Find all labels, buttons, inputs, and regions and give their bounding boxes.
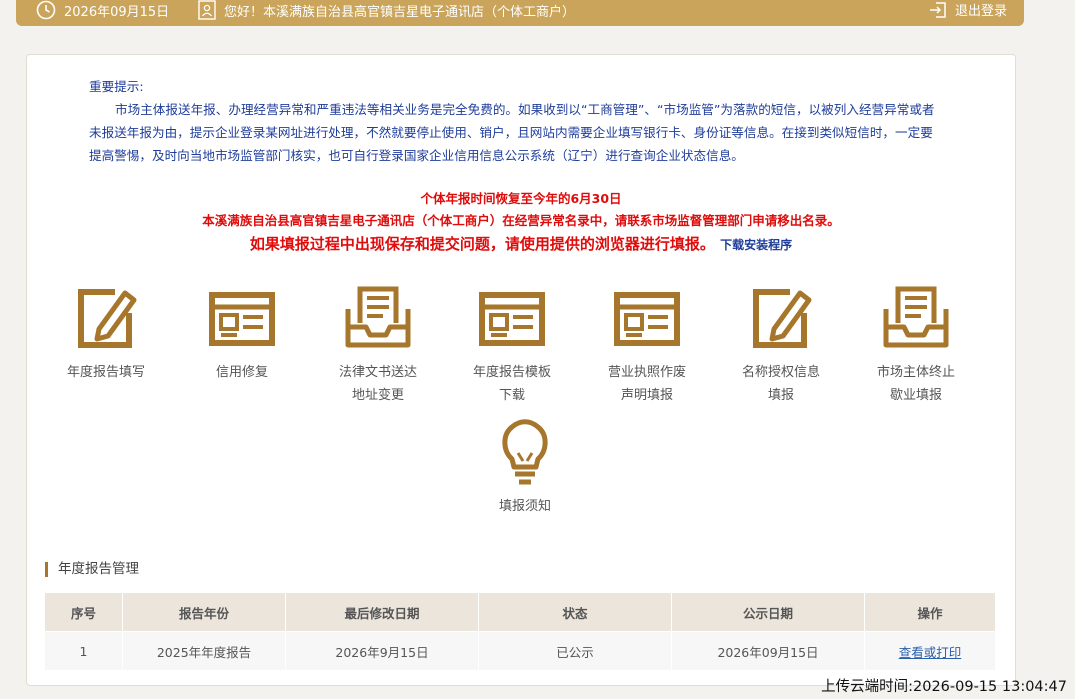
row-modified-date: 2026年9月15日 <box>285 631 479 671</box>
service-label-2: 下载 <box>498 388 525 403</box>
important-notice: 重要提示: 市场主体报送年报、办理经营异常和严重违法等相关业务是完全免费的。如果… <box>89 75 939 167</box>
column-header: 报告年份 <box>122 592 286 632</box>
service-label: 信用修复 <box>215 365 268 380</box>
form-card-icon <box>477 283 547 353</box>
greeting: 您好！本溪满族自治县高官镇吉星电子通讯店（个体工商户） <box>198 0 575 20</box>
service-credit-repair[interactable]: 信用修复 <box>187 283 297 384</box>
lightbulb-icon <box>490 417 560 487</box>
clock-icon <box>36 0 56 20</box>
service-label-2: 地址变更 <box>351 388 404 403</box>
service-license-void-statement[interactable]: 营业执照作废 声明填报 <box>592 283 702 407</box>
inbox-document-icon <box>881 283 951 353</box>
column-header: 公示日期 <box>671 592 865 632</box>
service-label-2: 填报 <box>767 388 794 403</box>
service-label: 名称授权信息 <box>741 365 820 380</box>
current-date: 2026年09月15日 <box>64 4 170 20</box>
upload-timestamp: 上传云端时间:2026-09-15 13:04:47 <box>821 679 1067 695</box>
date-display: 2026年09月15日 <box>36 0 169 20</box>
form-card-icon <box>612 283 682 353</box>
service-label-2: 歇业填报 <box>889 388 942 403</box>
column-header: 序号 <box>44 592 123 632</box>
user-badge-icon <box>198 0 216 20</box>
column-header: 最后修改日期 <box>285 592 479 632</box>
service-entity-termination[interactable]: 市场主体终止 歇业填报 <box>861 283 971 407</box>
table-header-row: 序号 报告年份 最后修改日期 状态 公示日期 操作 <box>44 592 996 632</box>
column-header: 操作 <box>864 592 996 632</box>
view-or-print-link[interactable]: 查看或打印 <box>899 645 962 660</box>
deadline-notice: 个体年报时间恢复至今年的6月30日 <box>420 191 622 206</box>
row-status: 已公示 <box>478 631 672 671</box>
service-name-authorization[interactable]: 名称授权信息 填报 <box>726 283 836 407</box>
row-index: 1 <box>44 631 123 671</box>
abnormal-list-notice: 本溪满族自治县高官镇吉星电子通讯店（个体工商户）在经营异常名录中，请联系市场监督… <box>202 213 840 228</box>
row-published-date: 2026年09月15日 <box>671 631 865 671</box>
logout-label: 退出登录 <box>955 4 1008 19</box>
annual-report-table: 序号 报告年份 最后修改日期 状态 公示日期 操作 1 2025年年度报告 20… <box>44 592 996 671</box>
top-bar: 2026年09月15日 您好！本溪满族自治县高官镇吉星电子通讯店（个体工商户） … <box>16 0 1024 26</box>
table-row: 1 2025年年度报告 2026年9月15日 已公示 2026年09月15日 查… <box>44 631 996 671</box>
browser-tip: 如果填报过程中出现保存和提交问题，请使用提供的浏览器进行填报。 下载安装程序 <box>27 233 1015 254</box>
logout-icon <box>930 1 946 18</box>
row-report-year: 2025年年度报告 <box>122 631 286 671</box>
service-filing-instructions[interactable]: 填报须知 <box>470 417 580 518</box>
download-installer-link[interactable]: 下载安装程序 <box>720 238 792 252</box>
form-card-icon <box>207 283 277 353</box>
logout-button[interactable]: 退出登录 <box>929 0 1007 19</box>
main-panel: 重要提示: 市场主体报送年报、办理经营异常和严重违法等相关业务是完全免费的。如果… <box>26 54 1016 686</box>
notice-body: 市场主体报送年报、办理经营异常和严重违法等相关业务是完全免费的。如果收到以“工商… <box>89 102 935 163</box>
service-report-template-download[interactable]: 年度报告模板 下载 <box>457 283 567 407</box>
notice-title: 重要提示: <box>89 79 144 94</box>
service-label: 填报须知 <box>498 499 551 514</box>
greeting-text: 您好！本溪满族自治县高官镇吉星电子通讯店（个体工商户） <box>224 4 576 20</box>
pencil-form-icon <box>71 283 141 353</box>
service-label: 法律文书送达 <box>338 365 417 380</box>
service-label: 市场主体终止 <box>876 365 955 380</box>
service-annual-report-fill[interactable]: 年度报告填写 <box>51 283 161 384</box>
service-label: 年度报告模板 <box>472 365 551 380</box>
section-title: 年度报告管理 <box>45 562 139 577</box>
service-label-2: 声明填报 <box>620 388 673 403</box>
service-label: 营业执照作废 <box>607 365 686 380</box>
pencil-form-icon <box>746 283 816 353</box>
row-action: 查看或打印 <box>864 631 996 671</box>
service-label: 年度报告填写 <box>66 365 145 380</box>
column-header: 状态 <box>478 592 672 632</box>
inbox-document-icon <box>343 283 413 353</box>
browser-tip-text: 如果填报过程中出现保存和提交问题，请使用提供的浏览器进行填报。 <box>249 235 715 253</box>
service-legal-doc-address[interactable]: 法律文书送达 地址变更 <box>323 283 433 407</box>
